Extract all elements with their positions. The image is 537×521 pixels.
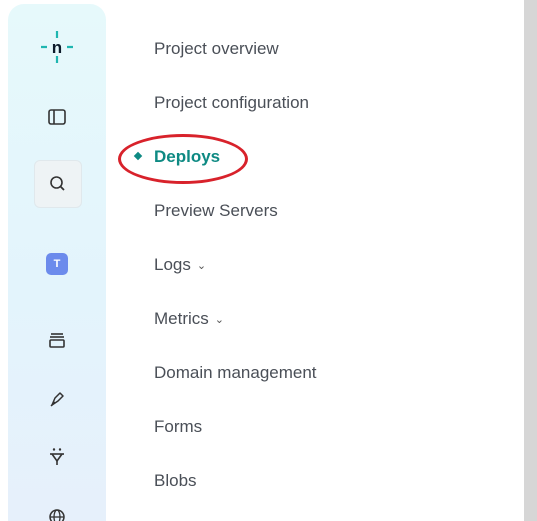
stack-icon[interactable] [34,317,80,363]
netlify-logo-icon[interactable]: n [34,24,80,70]
nav-item-metrics[interactable]: Metrics ⌄ [118,304,224,334]
search-icon [50,176,65,191]
team-avatar: T [46,253,68,275]
nav-item-forms[interactable]: Forms [118,412,202,442]
scrollbar[interactable] [524,0,537,521]
nav-item-label: Forms [154,417,203,436]
team-avatar-button[interactable]: T [34,241,80,287]
nav-item-project-configuration[interactable]: Project configuration [118,88,309,118]
nav-item-project-overview[interactable]: Project overview [118,34,279,64]
nav-item-domain-management[interactable]: Domain management [118,358,317,388]
nav-item-label: Logs [154,255,191,274]
plug-icon[interactable] [34,434,80,480]
nav-item-blobs[interactable]: Blobs [118,466,197,496]
nav-item-label: Project configuration [154,93,309,112]
globe-icon[interactable] [34,494,80,521]
chevron-down-icon: ⌄ [214,313,224,326]
nav-item-label: Project overview [154,39,279,58]
nav-item-preview-servers[interactable]: Preview Servers [118,196,278,226]
nav-item-label: Preview Servers [154,201,278,220]
svg-text:n: n [52,38,62,57]
nav-item-label: Domain management [154,363,317,382]
nav-item-logs[interactable]: Logs ⌄ [118,250,206,280]
search-button[interactable] [34,160,82,208]
chevron-down-icon: ⌄ [196,259,207,272]
pen-tool-icon[interactable] [34,376,80,422]
panel-toggle-icon[interactable] [34,94,80,140]
highlight-circle-annotation [118,134,248,184]
nav-item-label: Metrics [154,309,209,328]
nav-item-label: Blobs [154,471,197,490]
icon-rail: n T [8,4,106,521]
